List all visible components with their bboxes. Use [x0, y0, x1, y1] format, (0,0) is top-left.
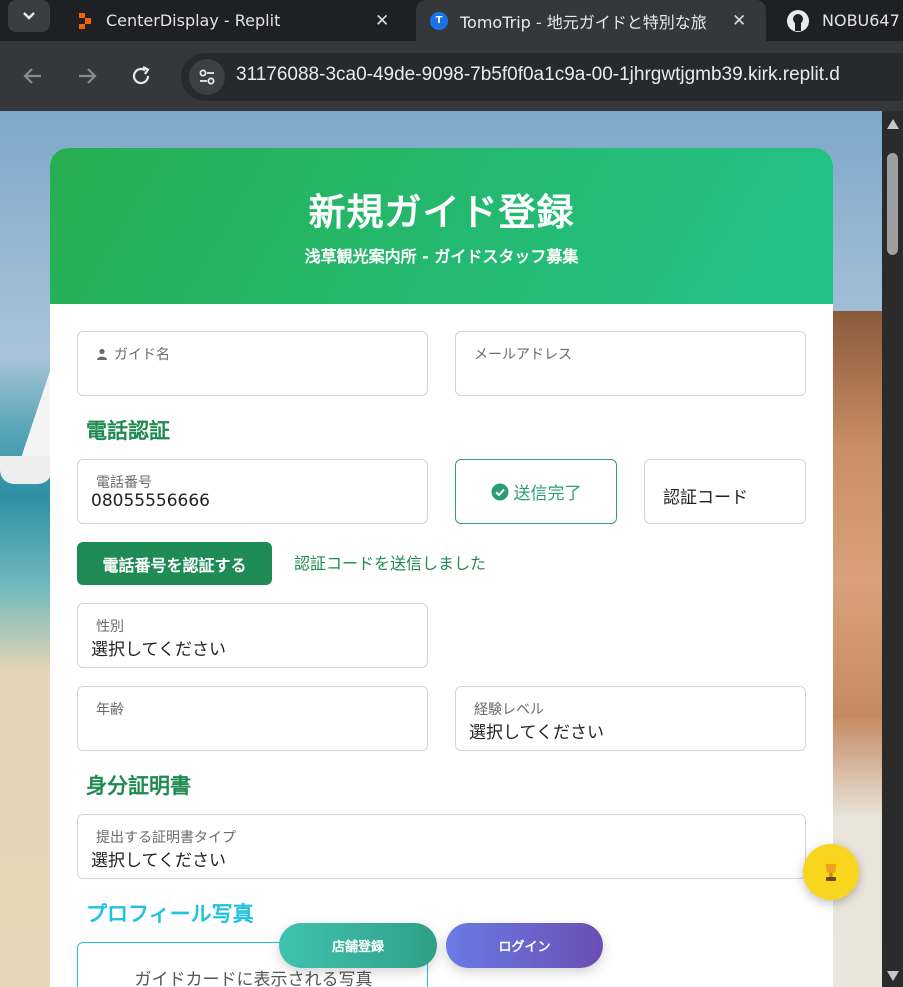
gender-value: 選択してください: [91, 640, 226, 660]
trophy-icon: [826, 864, 836, 881]
tomotrip-icon: T: [430, 11, 448, 30]
page-scrollbar[interactable]: [882, 111, 903, 987]
browser-toolbar: 31176088-3ca0-49de-9098-7b5f0f0a1c9a-00-…: [0, 41, 903, 111]
phone-value: 08055556666: [91, 491, 210, 511]
gender-select[interactable]: 性別 選択してください: [77, 603, 428, 668]
tab-title: TomoTrip - 地元ガイドと特別な旅: [460, 12, 707, 32]
replit-icon: [79, 12, 91, 29]
reload-icon: [132, 66, 150, 85]
code-sent-message: 認証コードを送信しました: [294, 554, 487, 573]
photo-section-title: プロフィール写真: [86, 902, 254, 926]
address-bar[interactable]: 31176088-3ca0-49de-9098-7b5f0f0a1c9a-00-…: [181, 53, 903, 101]
guide-registration-card: 新規ガイド登録 浅草観光案内所 - ガイドスタッフ募集 ガイド名 メールアドレス…: [50, 148, 833, 987]
chevron-down-icon: [23, 12, 35, 20]
id-type-select[interactable]: 提出する証明書タイプ 選択してください: [77, 814, 806, 879]
photo-upload-hint: ガイドカードに表示される写真: [134, 970, 373, 987]
email-field[interactable]: メールアドレス: [455, 331, 806, 396]
age-field[interactable]: 年齢: [77, 686, 428, 751]
arrow-right-icon: [79, 68, 97, 84]
phone-label: 電話番号: [96, 475, 152, 491]
verify-phone-button[interactable]: 電話番号を認証する: [77, 542, 272, 585]
verification-code-input[interactable]: 認証コード: [644, 459, 806, 524]
trophy-button[interactable]: [803, 844, 859, 900]
phone-section-title: 電話認証: [86, 419, 170, 443]
id-type-value: 選択してください: [91, 851, 226, 871]
github-icon: [787, 9, 809, 32]
check-circle-icon: [491, 483, 508, 500]
background-boat: [0, 456, 52, 484]
tab-search-button[interactable]: [8, 0, 50, 32]
gender-label: 性別: [96, 619, 124, 635]
background-sail: [20, 371, 50, 461]
tune-icon: [199, 69, 215, 85]
tab-title: NOBU647: [822, 11, 900, 30]
reload-button[interactable]: [126, 61, 156, 91]
person-icon: [97, 348, 107, 360]
scroll-up-arrow-icon[interactable]: [887, 119, 899, 129]
url-text[interactable]: 31176088-3ca0-49de-9098-7b5f0f0a1c9a-00-…: [236, 64, 840, 86]
experience-select[interactable]: 経験レベル 選択してください: [455, 686, 806, 751]
login-button[interactable]: ログイン: [446, 923, 603, 968]
card-header: 新規ガイド登録 浅草観光案内所 - ガイドスタッフ募集: [50, 148, 833, 304]
tab-github[interactable]: NOBU647: [774, 0, 903, 41]
scrollbar-thumb[interactable]: [887, 153, 898, 255]
id-section-title: 身分証明書: [86, 774, 191, 798]
experience-value: 選択してください: [469, 723, 604, 743]
experience-label: 経験レベル: [474, 702, 544, 718]
phone-field[interactable]: 電話番号 08055556666: [77, 459, 428, 524]
page-title: 新規ガイド登録: [308, 191, 575, 234]
scroll-down-arrow-icon[interactable]: [887, 971, 899, 981]
age-label: 年齢: [96, 702, 124, 718]
arrow-left-icon: [23, 68, 41, 84]
tab-close-icon[interactable]: ✕: [732, 11, 746, 31]
forward-button[interactable]: [72, 61, 102, 91]
send-code-button[interactable]: 送信完了: [455, 459, 617, 524]
verification-code-placeholder: 認証コード: [663, 488, 748, 508]
tab-strip: CenterDisplay - Replit ✕ T TomoTrip - 地元…: [0, 0, 903, 41]
page-viewport: 新規ガイド登録 浅草観光案内所 - ガイドスタッフ募集 ガイド名 メールアドレス…: [0, 111, 882, 987]
tab-centerdisplay[interactable]: CenterDisplay - Replit ✕: [62, 0, 407, 41]
guide-name-label: ガイド名: [96, 344, 170, 364]
tab-close-icon[interactable]: ✕: [375, 11, 389, 31]
guide-name-label-text: ガイド名: [114, 347, 170, 363]
guide-name-field[interactable]: ガイド名: [77, 331, 428, 396]
tab-tomotrip[interactable]: T TomoTrip - 地元ガイドと特別な旅 ✕: [416, 0, 766, 41]
tab-title: CenterDisplay - Replit: [106, 11, 281, 30]
back-button[interactable]: [18, 61, 48, 91]
page-subtitle: 浅草観光案内所 - ガイドスタッフ募集: [304, 247, 579, 266]
site-info-button[interactable]: [189, 59, 225, 95]
send-code-label: 送信完了: [513, 484, 582, 504]
id-type-label: 提出する証明書タイプ: [96, 830, 236, 846]
store-register-button[interactable]: 店舗登録: [279, 923, 437, 968]
email-label: メールアドレス: [474, 347, 572, 363]
